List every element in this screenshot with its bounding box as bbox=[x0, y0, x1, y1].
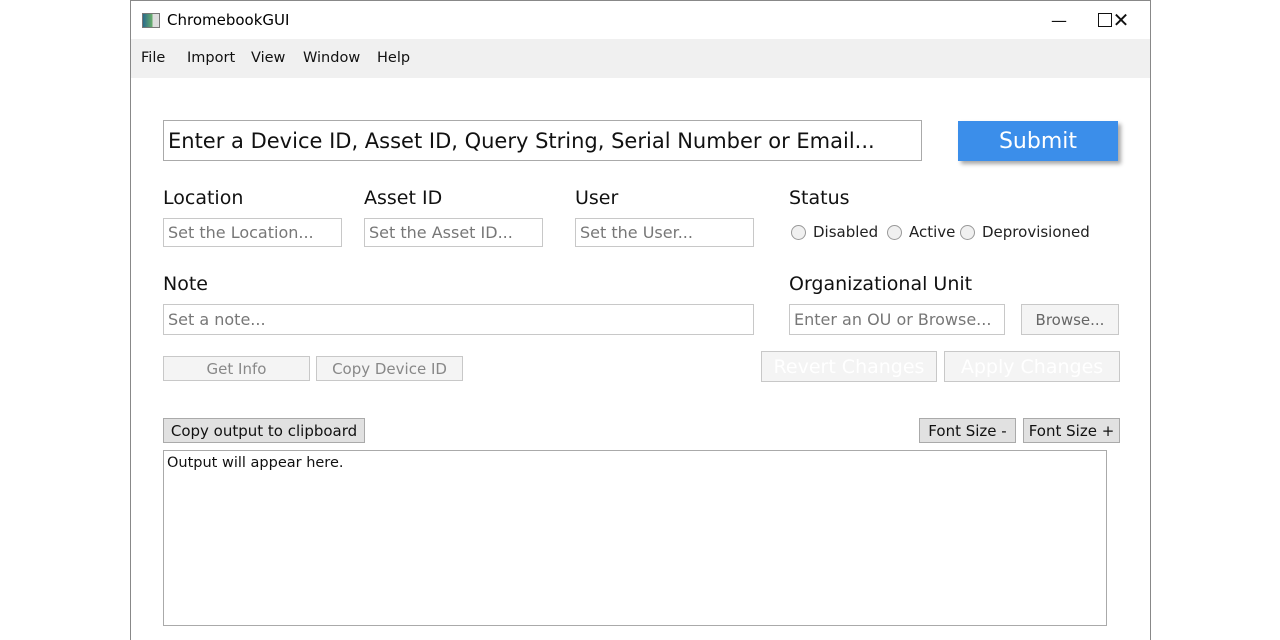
user-input[interactable]: Set the User... bbox=[575, 218, 754, 247]
browse-button[interactable]: Browse... bbox=[1021, 304, 1119, 335]
ou-label: Organizational Unit bbox=[789, 273, 973, 295]
menu-view[interactable]: View bbox=[251, 50, 285, 66]
radio-active-label: Active bbox=[909, 223, 956, 241]
asset-id-label: Asset ID bbox=[364, 187, 443, 209]
minimize-icon: — bbox=[1051, 10, 1067, 30]
title-bar: ChromebookGUI — ✕ bbox=[131, 1, 1150, 39]
copy-output-button[interactable]: Copy output to clipboard bbox=[163, 418, 365, 443]
minimize-button[interactable]: — bbox=[1036, 1, 1082, 39]
status-label: Status bbox=[789, 187, 850, 209]
note-label: Note bbox=[163, 273, 208, 295]
app-icon bbox=[142, 13, 160, 28]
font-size-decrease-button[interactable]: Font Size - bbox=[919, 418, 1016, 443]
radio-deprovisioned[interactable] bbox=[960, 225, 975, 240]
menu-window[interactable]: Window bbox=[303, 50, 360, 66]
asset-id-input[interactable]: Set the Asset ID... bbox=[364, 218, 543, 247]
close-button[interactable]: ✕ bbox=[1097, 1, 1145, 39]
radio-active[interactable] bbox=[887, 225, 902, 240]
window-title: ChromebookGUI bbox=[167, 11, 290, 29]
note-input[interactable]: Set a note... bbox=[163, 304, 754, 335]
apply-changes-button[interactable]: Apply Changes bbox=[944, 351, 1120, 382]
ou-input[interactable]: Enter an OU or Browse... bbox=[789, 304, 1005, 335]
location-input[interactable]: Set the Location... bbox=[163, 218, 342, 247]
close-icon: ✕ bbox=[1112, 8, 1130, 32]
user-label: User bbox=[575, 187, 619, 209]
menu-file[interactable]: File bbox=[141, 50, 165, 66]
radio-disabled[interactable] bbox=[791, 225, 806, 240]
submit-button[interactable]: Submit bbox=[958, 121, 1118, 161]
app-window: ChromebookGUI — ✕ File Import View Windo… bbox=[130, 0, 1151, 640]
menu-help[interactable]: Help bbox=[377, 50, 410, 66]
menu-bar: File Import View Window Help bbox=[131, 39, 1150, 78]
copy-device-id-button[interactable]: Copy Device ID bbox=[316, 356, 463, 381]
radio-disabled-label: Disabled bbox=[813, 223, 879, 241]
output-text: Output will appear here. bbox=[167, 455, 344, 471]
menu-import[interactable]: Import bbox=[187, 50, 235, 66]
location-label: Location bbox=[163, 187, 244, 209]
search-input[interactable]: Enter a Device ID, Asset ID, Query Strin… bbox=[163, 120, 922, 161]
font-size-increase-button[interactable]: Font Size + bbox=[1023, 418, 1120, 443]
revert-changes-button[interactable]: Revert Changes bbox=[761, 351, 937, 382]
radio-deprovisioned-label: Deprovisioned bbox=[982, 223, 1090, 241]
output-textarea[interactable]: Output will appear here. bbox=[163, 450, 1107, 626]
get-info-button[interactable]: Get Info bbox=[163, 356, 310, 381]
